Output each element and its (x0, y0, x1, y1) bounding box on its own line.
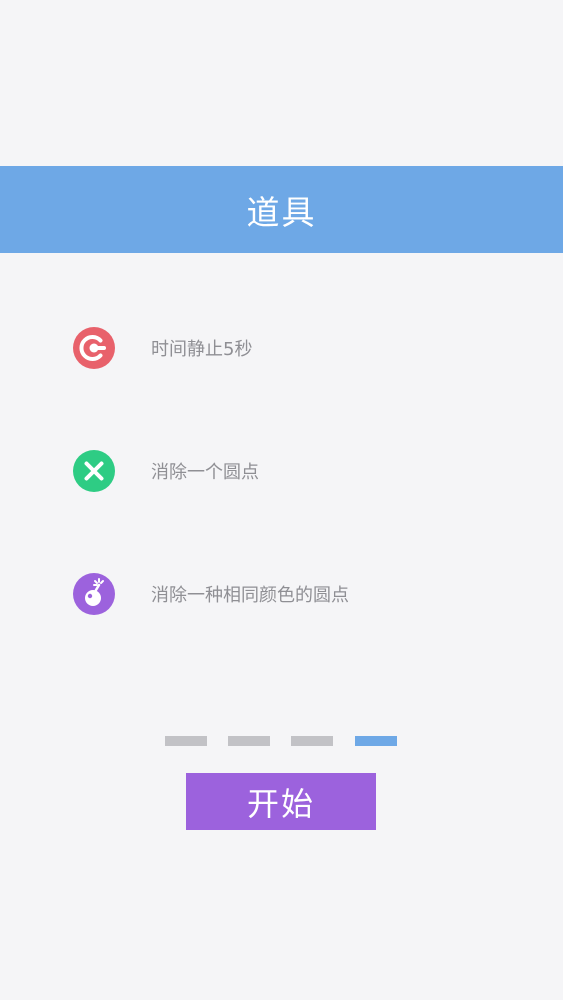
item-label: 消除一种相同颜色的圆点 (151, 585, 349, 606)
page-dot (291, 736, 333, 746)
bomb-icon (73, 573, 115, 615)
page-dot (228, 736, 270, 746)
page-indicator (165, 736, 397, 746)
page-dot-active (355, 736, 397, 746)
item-label: 时间静止5秒 (151, 339, 253, 360)
item-remove-dot: 消除一个圆点 (73, 450, 533, 492)
clock-stop-icon (73, 327, 115, 369)
page-dot (165, 736, 207, 746)
item-label: 消除一个圆点 (151, 462, 259, 483)
page-title: 道具 (246, 192, 317, 232)
close-x-icon (73, 450, 115, 492)
title-bar: 道具 (0, 166, 563, 253)
start-button[interactable]: 开始 (186, 773, 376, 830)
item-time-stop: 时间静止5秒 (73, 327, 533, 369)
item-remove-color: 消除一种相同颜色的圆点 (73, 573, 533, 615)
